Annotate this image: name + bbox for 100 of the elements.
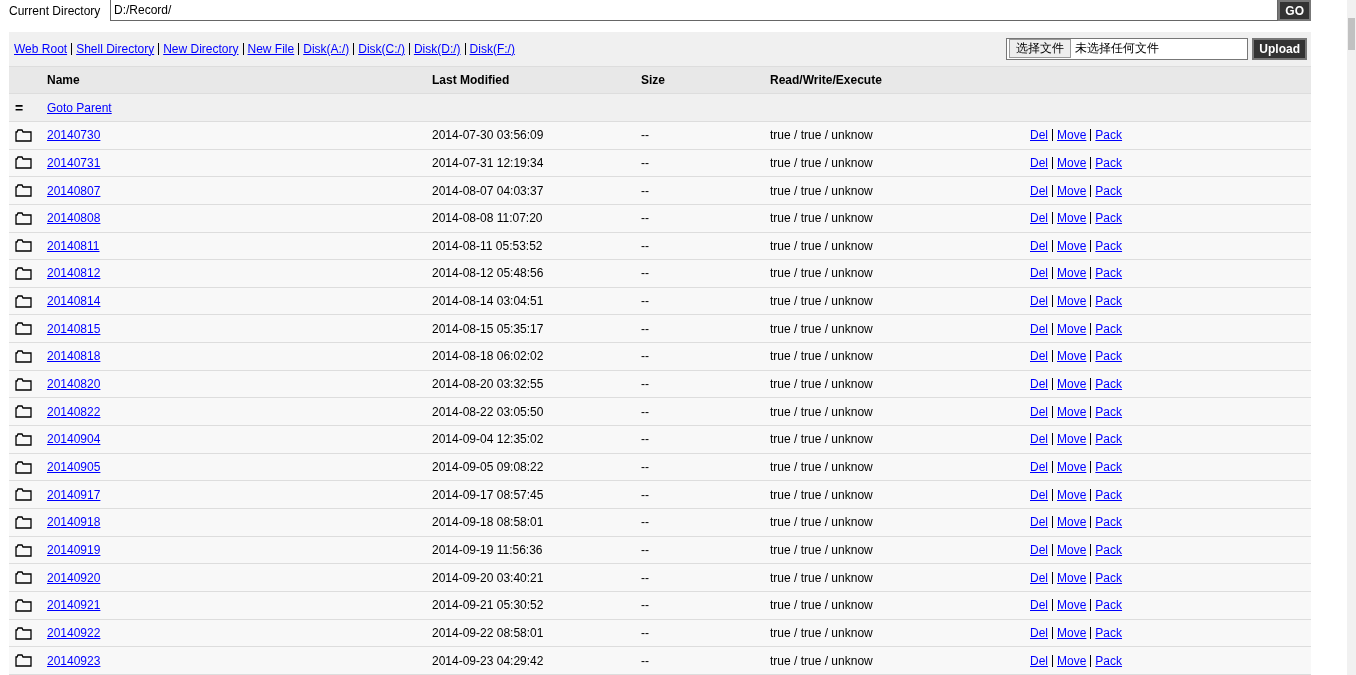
- folder-link[interactable]: 20140917: [47, 487, 101, 502]
- folder-link[interactable]: 20140922: [47, 626, 101, 640]
- action-link[interactable]: Pack: [1095, 432, 1123, 447]
- action-link[interactable]: Del: [1030, 404, 1048, 419]
- folder-link[interactable]: 20140812: [47, 266, 101, 281]
- action-link[interactable]: Del: [1030, 543, 1048, 558]
- action-link[interactable]: Del: [1030, 294, 1048, 309]
- action-link[interactable]: Pack: [1095, 543, 1123, 558]
- table-cell-text: true / true / unknow: [770, 543, 874, 558]
- action-link[interactable]: Move: [1057, 570, 1087, 585]
- go-button[interactable]: GO: [1278, 0, 1311, 21]
- action-link[interactable]: Move: [1057, 543, 1087, 558]
- nav-link[interactable]: Disk(C:/): [358, 41, 405, 56]
- action-link[interactable]: Del: [1030, 238, 1048, 253]
- action-link[interactable]: Pack: [1095, 377, 1123, 392]
- action-link[interactable]: Move: [1057, 266, 1087, 281]
- action-link[interactable]: Pack: [1095, 321, 1123, 336]
- action-link[interactable]: Move: [1057, 404, 1087, 419]
- action-link[interactable]: Pack: [1095, 155, 1123, 170]
- choose-file-button[interactable]: 选择文件: [1009, 39, 1072, 59]
- action-link[interactable]: Move: [1057, 183, 1087, 198]
- action-link[interactable]: Del: [1030, 432, 1048, 447]
- action-link[interactable]: Move: [1057, 487, 1087, 502]
- folder-icon: [15, 488, 32, 502]
- action-link[interactable]: Del: [1030, 515, 1048, 530]
- action-link[interactable]: Del: [1030, 183, 1048, 198]
- action-link[interactable]: Move: [1057, 211, 1087, 226]
- action-link[interactable]: Pack: [1095, 294, 1123, 309]
- action-link[interactable]: Del: [1030, 626, 1048, 640]
- action-link[interactable]: Pack: [1095, 266, 1123, 281]
- folder-link[interactable]: 20140815: [47, 321, 101, 336]
- action-link[interactable]: Move: [1057, 294, 1087, 309]
- action-link[interactable]: Pack: [1095, 487, 1123, 502]
- action-link[interactable]: Move: [1057, 515, 1087, 530]
- folder-link[interactable]: 20140920: [47, 570, 101, 585]
- action-link[interactable]: Move: [1057, 238, 1087, 253]
- column-header: Size: [641, 72, 666, 87]
- folder-link[interactable]: 20140919: [47, 543, 101, 558]
- nav-link[interactable]: Web Root: [14, 41, 68, 56]
- action-link[interactable]: Move: [1057, 653, 1087, 668]
- nav-link[interactable]: Disk(F:/): [469, 41, 515, 56]
- action-link[interactable]: Pack: [1095, 653, 1123, 668]
- action-link[interactable]: Del: [1030, 321, 1048, 336]
- action-link[interactable]: Del: [1030, 460, 1048, 475]
- folder-link[interactable]: 20140814: [47, 294, 101, 309]
- action-link[interactable]: Del: [1030, 128, 1048, 143]
- action-link[interactable]: Pack: [1095, 598, 1123, 613]
- action-link[interactable]: Del: [1030, 598, 1048, 613]
- action-link[interactable]: Pack: [1095, 349, 1123, 364]
- action-link[interactable]: Pack: [1095, 404, 1123, 419]
- action-link[interactable]: Del: [1030, 570, 1048, 585]
- nav-link[interactable]: Disk(A:/): [303, 41, 350, 56]
- action-link[interactable]: Move: [1057, 460, 1087, 475]
- action-link[interactable]: Pack: [1095, 460, 1123, 475]
- action-link[interactable]: Del: [1030, 349, 1048, 364]
- action-link[interactable]: Del: [1030, 653, 1048, 668]
- action-link[interactable]: Pack: [1095, 626, 1123, 640]
- table-cell-text: 2014-08-11 05:53:52: [432, 238, 544, 253]
- action-link[interactable]: Move: [1057, 377, 1087, 392]
- parent-link[interactable]: Goto Parent: [47, 100, 112, 115]
- action-link[interactable]: Move: [1057, 128, 1087, 143]
- action-link[interactable]: Move: [1057, 155, 1087, 170]
- scrollbar-thumb[interactable]: [1348, 18, 1355, 50]
- action-link[interactable]: Del: [1030, 266, 1048, 281]
- folder-link[interactable]: 20140904: [47, 432, 101, 447]
- action-link[interactable]: Move: [1057, 349, 1087, 364]
- folder-link[interactable]: 20140820: [47, 377, 101, 392]
- action-link[interactable]: Pack: [1095, 128, 1123, 143]
- folder-link[interactable]: 20140818: [47, 349, 101, 364]
- folder-link[interactable]: 20140808: [47, 211, 101, 226]
- action-link[interactable]: Pack: [1095, 238, 1123, 253]
- action-link[interactable]: Del: [1030, 377, 1048, 392]
- folder-link[interactable]: 20140905: [47, 460, 101, 475]
- action-link[interactable]: Move: [1057, 432, 1087, 447]
- folder-link[interactable]: 20140807: [47, 183, 101, 198]
- action-link[interactable]: Move: [1057, 321, 1087, 336]
- action-link[interactable]: Pack: [1095, 570, 1123, 585]
- folder-link[interactable]: 20140811: [47, 238, 100, 253]
- directory-field[interactable]: D:/Record/: [110, 0, 1279, 21]
- table-cell-text: true / true / unknow: [770, 515, 874, 530]
- folder-link[interactable]: 20140731: [47, 155, 101, 170]
- action-link[interactable]: Move: [1057, 598, 1087, 613]
- folder-link[interactable]: 20140730: [47, 128, 101, 143]
- action-link[interactable]: Move: [1057, 626, 1087, 640]
- nav-link[interactable]: New Directory: [163, 41, 239, 56]
- folder-link[interactable]: 20140921: [47, 598, 101, 613]
- action-link[interactable]: Pack: [1095, 211, 1123, 226]
- action-link[interactable]: Del: [1030, 155, 1048, 170]
- nav-link[interactable]: Shell Directory: [76, 41, 155, 56]
- action-link[interactable]: Del: [1030, 211, 1048, 226]
- folder-link[interactable]: 20140918: [47, 515, 101, 530]
- action-link[interactable]: Del: [1030, 487, 1048, 502]
- folder-link[interactable]: 20140923: [47, 653, 101, 668]
- action-link[interactable]: Pack: [1095, 515, 1123, 530]
- file-input[interactable]: 选择文件 未选择任何文件: [1006, 37, 1249, 60]
- upload-button[interactable]: Upload: [1252, 37, 1307, 60]
- folder-link[interactable]: 20140822: [47, 404, 101, 419]
- nav-link[interactable]: Disk(D:/): [413, 41, 461, 56]
- action-link[interactable]: Pack: [1095, 183, 1123, 198]
- nav-link[interactable]: New File: [247, 41, 295, 56]
